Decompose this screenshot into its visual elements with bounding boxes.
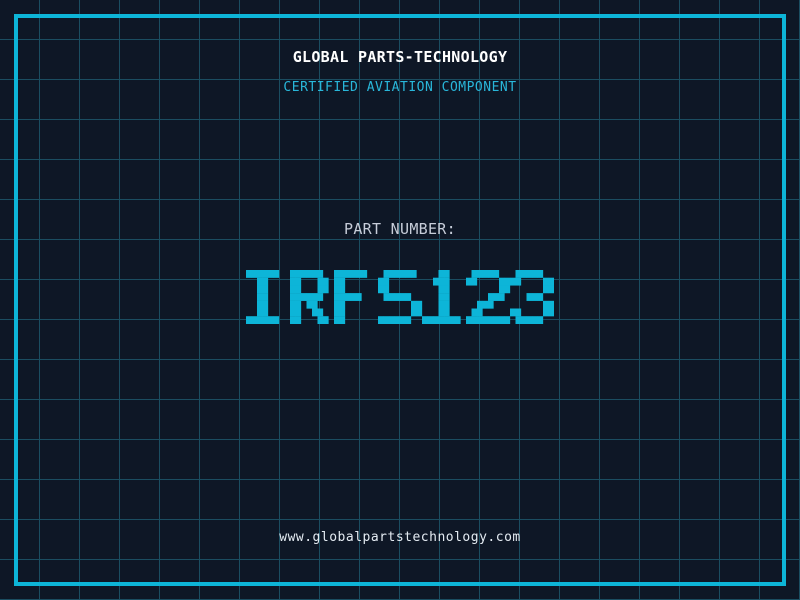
certification-tagline: CERTIFIED AVIATION COMPONENT bbox=[283, 80, 517, 95]
part-number-label: PART NUMBER: bbox=[344, 220, 456, 238]
part-number-value bbox=[0, 270, 800, 325]
part-number-pixel-text bbox=[246, 270, 555, 325]
website-url: www.globalpartstechnology.com bbox=[279, 530, 521, 545]
certificate-card: GLOBAL PARTS-TECHNOLOGY CERTIFIED AVIATI… bbox=[0, 0, 800, 600]
brand-title: GLOBAL PARTS-TECHNOLOGY bbox=[292, 48, 508, 66]
